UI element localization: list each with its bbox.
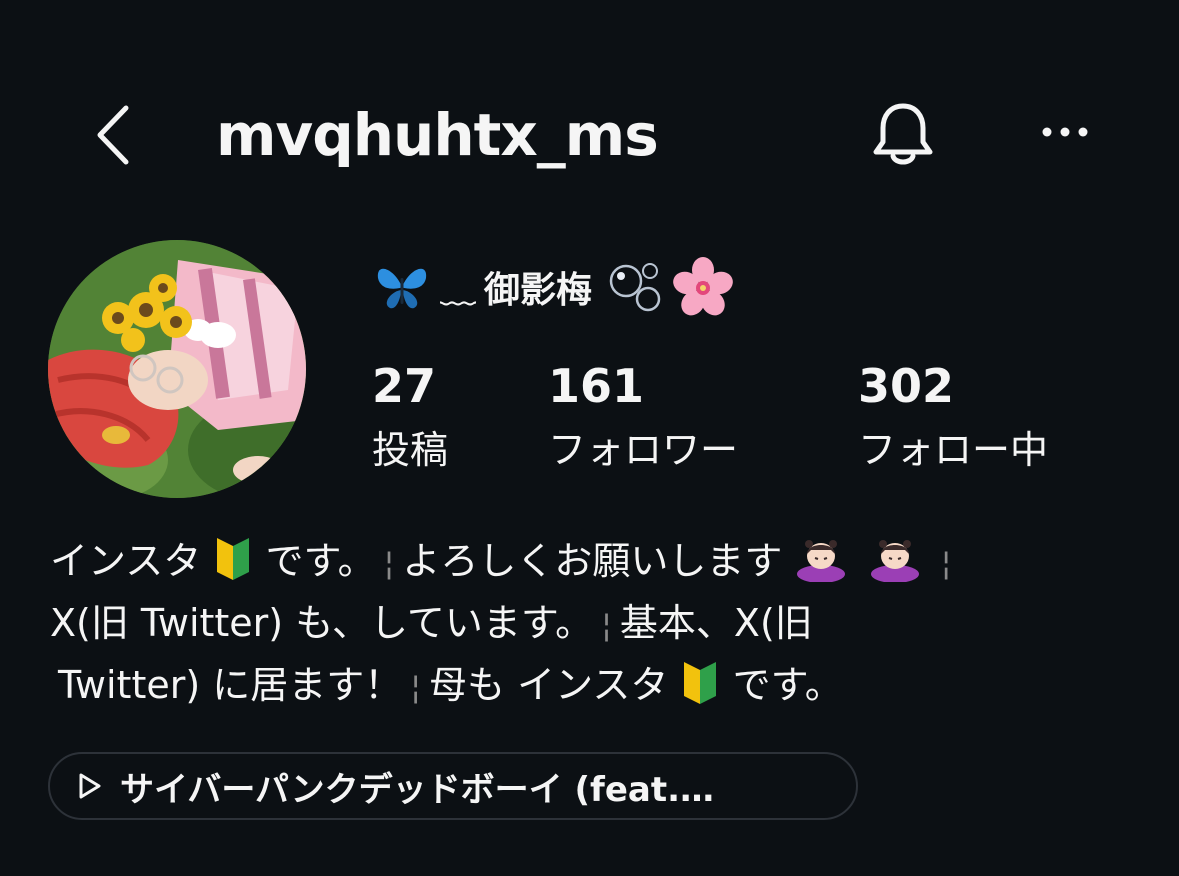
back-button[interactable] [90,100,140,170]
bubbles-icon [609,263,661,312]
bio-separator: ¦ [601,606,612,644]
bio-line-2: X(旧 Twitter) も、しています。 ¦ 基本、X(旧 [50,592,1140,654]
profile-header: mvqhuhtx_ms [0,0,1179,240]
chevron-left-icon [97,105,129,165]
followers-count: 161 [548,359,645,413]
profile-avatar[interactable] [48,240,306,498]
bio-line-3: Twitter) に居ます！ ¦ 母も インスタ です。 [50,654,1140,716]
play-icon [79,773,101,799]
following-count: 302 [858,359,955,413]
butterfly-icon [377,268,427,309]
bio-separator: ¦ [940,544,952,582]
ellipsis-icon [1042,127,1088,137]
following-label: フォロー中 [858,428,1049,472]
bell-icon [873,103,933,165]
music-title: サイバーパンクデッドボーイ (feat.… [120,769,715,810]
bio-text: Twitter) に居ます！ [58,663,403,707]
bowing-person-icon [796,540,845,582]
notifications-button[interactable] [868,98,938,170]
bio-text: です。 [265,539,376,583]
bio-text: X(旧 Twitter) も、しています。 [50,601,594,645]
followers-label: フォロワー [548,428,739,472]
avatar-photo [48,240,306,498]
name-decoration: ﹏ [440,270,477,311]
bio-separator: ¦ [410,668,422,706]
following-stat[interactable]: 302 フォロー中 [858,358,1048,478]
bio-text: インスタ [50,539,202,583]
profile-username: mvqhuhtx_ms [216,101,659,169]
display-name-row: ﹏ 御影梅 [372,252,734,322]
more-options-button[interactable] [1035,112,1095,152]
beginner-mark-icon [684,662,717,704]
posts-stat[interactable]: 27 投稿 [372,358,448,478]
bio-text: 母も インスタ [429,663,669,707]
posts-count: 27 [372,359,437,413]
posts-label: 投稿 [372,428,449,472]
bowing-person-icon [870,540,919,582]
bio-text: 基本、X(旧 [619,601,813,645]
display-name: 御影梅 [484,270,593,311]
bio-line-1: インスタ です。 ¦ よろしくお願いします ¦ [50,530,1140,592]
bio-text: よろしくお願いします [402,539,783,583]
beginner-mark-icon [217,538,250,580]
bio-text: です。 [732,663,843,707]
profile-bio: インスタ です。 ¦ よろしくお願いします ¦ X(旧 Twitter) も、してい… [50,530,1140,716]
cherry-blossom-icon [673,257,733,316]
bio-separator: ¦ [383,544,395,582]
profile-music-button[interactable]: サイバーパンクデッドボーイ (feat.… [48,752,858,820]
followers-stat[interactable]: 161 フォロワー [548,358,738,478]
